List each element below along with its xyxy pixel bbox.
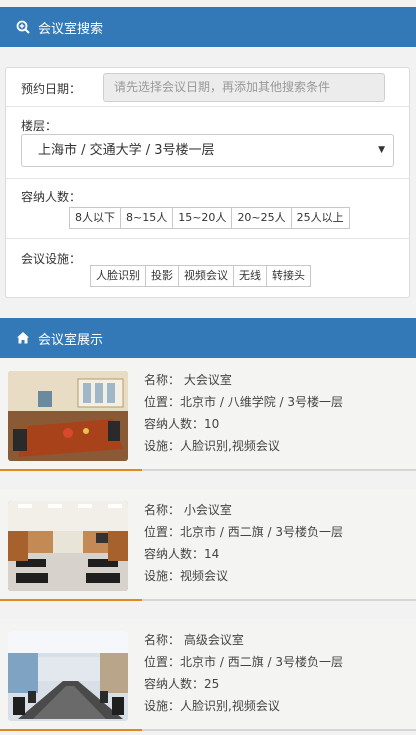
capacity-option[interactable]: 20~25人	[231, 207, 292, 229]
card-divider	[0, 729, 416, 731]
facility-option[interactable]: 人脸识别	[90, 265, 146, 287]
room-photo[interactable]	[8, 371, 128, 461]
capacity-row: 容纳人数： 8人以下 8~15人 15~20人 20~25人 25人以上	[6, 179, 409, 239]
date-row: 预约日期： 请先选择会议日期，再添加其他搜索条件	[6, 68, 409, 107]
card-divider	[0, 599, 416, 601]
card-accent-bar	[0, 599, 142, 601]
room-capacity: 25	[204, 677, 220, 691]
room-card[interactable]: 名称： 高级会议室 位置：北京市 / 西二旗 / 3号楼负一层 容纳人数：25 …	[0, 619, 416, 731]
room-name-label: 名称：	[144, 373, 181, 387]
floor-row: 楼层： 上海市 / 交通大学 / 3号楼一层 ▼	[6, 107, 409, 179]
room-location: 北京市 / 西二旗 / 3号楼负一层	[180, 525, 343, 539]
capacity-option[interactable]: 25人以上	[290, 207, 350, 229]
room-name: 高级会议室	[183, 633, 244, 647]
facility-option[interactable]: 投影	[145, 265, 179, 287]
room-name-label: 名称：	[144, 633, 181, 647]
facility-option[interactable]: 视频会议	[178, 265, 234, 287]
dropdown-caret-icon: ▼	[378, 145, 385, 155]
rooms-section-title: 会议室展示	[38, 332, 104, 348]
floor-label: 楼层：	[21, 119, 58, 133]
room-capacity-label: 容纳人数：	[144, 677, 205, 691]
search-section-header: 会议室搜索	[0, 7, 416, 47]
home-icon	[16, 331, 30, 345]
room-card[interactable]: 名称： 小会议室 位置：北京市 / 西二旗 / 3号楼负一层 容纳人数：14 设…	[0, 489, 416, 601]
facility-label: 会议设施：	[21, 252, 82, 266]
room-location: 北京市 / 八维学院 / 3号楼一层	[180, 395, 343, 409]
capacity-option[interactable]: 8人以下	[69, 207, 121, 229]
capacity-label: 容纳人数：	[21, 190, 82, 204]
room-info: 名称： 高级会议室 位置：北京市 / 西二旗 / 3号楼负一层 容纳人数：25 …	[144, 629, 343, 717]
search-form: 预约日期： 请先选择会议日期，再添加其他搜索条件 楼层： 上海市 / 交通大学 …	[5, 67, 410, 298]
room-facilities-label: 设施：	[144, 569, 181, 583]
facility-row: 会议设施： 人脸识别 投影 视频会议 无线 转接头	[6, 239, 409, 297]
card-accent-bar	[0, 469, 142, 471]
room-name: 小会议室	[183, 503, 232, 517]
room-info: 名称： 小会议室 位置：北京市 / 西二旗 / 3号楼负一层 容纳人数：14 设…	[144, 499, 343, 587]
room-capacity: 14	[204, 547, 220, 561]
facility-options: 人脸识别 投影 视频会议 无线 转接头	[90, 265, 311, 287]
room-location-label: 位置：	[144, 395, 181, 409]
room-card[interactable]: 名称： 大会议室 位置：北京市 / 八维学院 / 3号楼一层 容纳人数：10 设…	[0, 359, 416, 471]
room-capacity-label: 容纳人数：	[144, 417, 205, 431]
room-capacity-label: 容纳人数：	[144, 547, 205, 561]
search-plus-icon	[16, 20, 30, 34]
facility-option[interactable]: 无线	[233, 265, 267, 287]
rooms-section-header: 会议室展示	[0, 318, 416, 358]
room-facilities: 人脸识别,视频会议	[180, 439, 280, 453]
room-facilities-label: 设施：	[144, 699, 181, 713]
card-divider	[0, 469, 416, 471]
room-location-label: 位置：	[144, 525, 181, 539]
room-location-label: 位置：	[144, 655, 181, 669]
room-photo[interactable]	[8, 501, 128, 591]
room-name-label: 名称：	[144, 503, 181, 517]
room-photo[interactable]	[8, 631, 128, 721]
room-facilities-label: 设施：	[144, 439, 181, 453]
floor-select-value: 上海市 / 交通大学 / 3号楼一层	[38, 143, 215, 158]
card-accent-bar	[0, 729, 142, 731]
capacity-option[interactable]: 8~15人	[120, 207, 174, 229]
room-location: 北京市 / 西二旗 / 3号楼负一层	[180, 655, 343, 669]
floor-select[interactable]: 上海市 / 交通大学 / 3号楼一层 ▼	[21, 134, 394, 167]
capacity-option[interactable]: 15~20人	[172, 207, 233, 229]
capacity-options: 8人以下 8~15人 15~20人 20~25人 25人以上	[69, 207, 350, 229]
room-capacity: 10	[204, 417, 220, 431]
room-facilities: 视频会议	[180, 569, 229, 583]
date-label: 预约日期：	[21, 82, 82, 96]
date-input[interactable]: 请先选择会议日期，再添加其他搜索条件	[103, 73, 385, 102]
room-facilities: 人脸识别,视频会议	[180, 699, 280, 713]
facility-option[interactable]: 转接头	[266, 265, 311, 287]
search-section-title: 会议室搜索	[38, 21, 104, 37]
room-info: 名称： 大会议室 位置：北京市 / 八维学院 / 3号楼一层 容纳人数：10 设…	[144, 369, 343, 457]
room-name: 大会议室	[183, 373, 232, 387]
